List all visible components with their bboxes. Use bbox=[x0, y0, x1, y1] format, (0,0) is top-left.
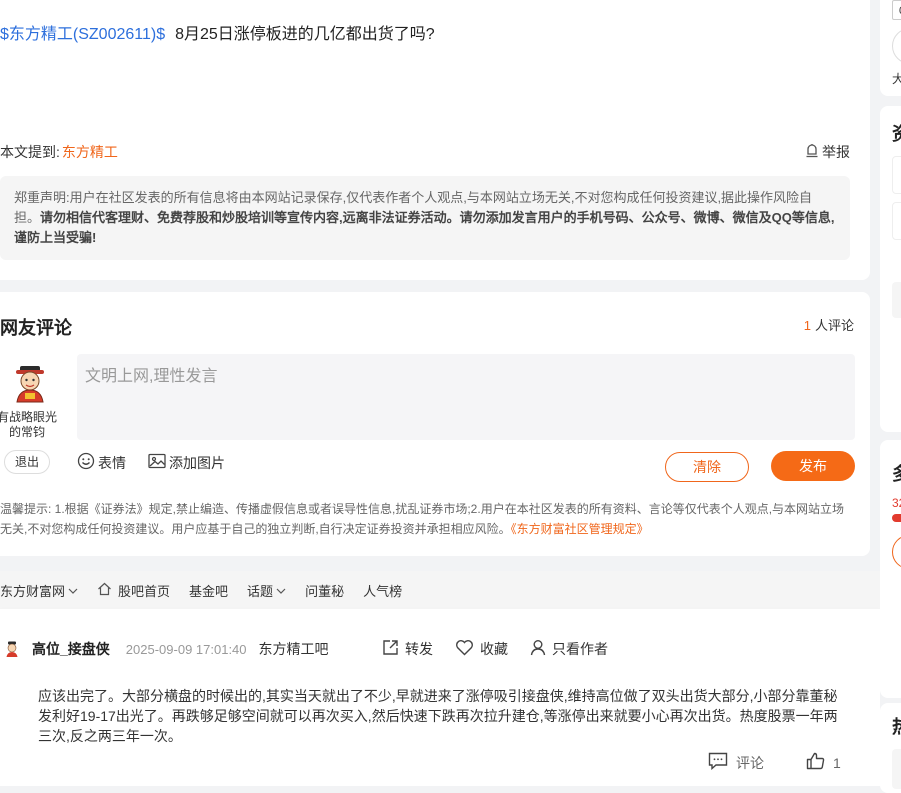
mention-row: 本文提到: 东方精工 bbox=[0, 142, 118, 162]
right-card-vote-title: 多 bbox=[892, 460, 901, 486]
post-button[interactable]: 发布 bbox=[771, 451, 855, 481]
tips-text: 温馨提示: 1.根据《证券法》规定,禁止编造、传播虚假信息或者误导性信息,扰乱证… bbox=[0, 499, 855, 539]
avatar[interactable] bbox=[10, 364, 50, 404]
report-icon bbox=[805, 143, 819, 161]
comments-card: 网友评论 1 人评论 有战略眼光 的常钧 退出 文明上网,理性发言 表情 添加图… bbox=[0, 292, 870, 556]
thumbs-up-icon bbox=[806, 752, 825, 773]
reply-avatar[interactable] bbox=[4, 641, 20, 657]
heart-icon bbox=[455, 639, 474, 659]
right-card-text: 大 bbox=[892, 72, 901, 86]
nav-topics[interactable]: 话题 bbox=[247, 581, 286, 600]
right-card-capital: 资 bbox=[880, 106, 901, 432]
post-title-text: 8月25日涨停板进的几亿都出货了吗? bbox=[175, 26, 435, 43]
right-card-box-3 bbox=[892, 282, 901, 318]
comment-input[interactable] bbox=[77, 354, 855, 440]
right-card-vote-percent: 32 bbox=[892, 496, 901, 510]
reply-text: 应该出完了。大部分横盘的时候出的,其实当天就出了不少,早就进来了涨停吸引接盘侠,… bbox=[38, 688, 838, 744]
mention-stock-link[interactable]: 东方精工 bbox=[62, 144, 118, 160]
user-name-line1: 有战略眼光 bbox=[0, 410, 57, 424]
right-card-badge[interactable]: 0 bbox=[892, 0, 901, 20]
right-card-capital-title: 资 bbox=[892, 120, 901, 146]
comments-count-number: 1 bbox=[803, 318, 811, 333]
reply-author-name[interactable]: 高位_接盘侠 bbox=[32, 639, 110, 659]
nav-popularity-label: 人气榜 bbox=[363, 583, 403, 599]
nav-guba-home-label: 股吧首页 bbox=[118, 583, 171, 599]
emoji-icon bbox=[77, 452, 95, 473]
user-name-line2: 的常钧 bbox=[8, 425, 45, 439]
author-only-button[interactable]: 只看作者 bbox=[530, 639, 608, 659]
comment-icon bbox=[708, 752, 728, 773]
image-icon bbox=[148, 453, 166, 472]
nav-fund-bar[interactable]: 基金吧 bbox=[189, 581, 228, 600]
right-card-circle-button[interactable] bbox=[892, 28, 901, 64]
nav-guba-home[interactable]: 股吧首页 bbox=[97, 581, 170, 600]
like-button[interactable]: 1 bbox=[806, 752, 841, 773]
nav-eastmoney-label: 东方财富网 bbox=[0, 583, 66, 599]
reply-header: 高位_接盘侠 2025-09-09 17:01:40 东方精工吧 转发 收藏 只… bbox=[0, 609, 880, 687]
current-user: 有战略眼光 的常钧 退出 bbox=[0, 364, 58, 474]
logout-button[interactable]: 退出 bbox=[4, 450, 50, 474]
right-card-top: 0 大 bbox=[880, 0, 901, 96]
right-card-vote: 多 32 bbox=[880, 440, 901, 698]
share-icon bbox=[382, 639, 399, 659]
forward-label: 转发 bbox=[405, 641, 433, 657]
sticky-nav-bar: 东方财富网 股吧首页 基金吧 话题 问董秘 人气榜 bbox=[0, 571, 880, 609]
collect-label: 收藏 bbox=[480, 641, 508, 657]
author-only-label: 只看作者 bbox=[552, 641, 608, 657]
nav-popularity[interactable]: 人气榜 bbox=[363, 581, 402, 600]
right-card-hot: 热 bbox=[880, 703, 901, 793]
comments-title: 网友评论 bbox=[0, 318, 72, 338]
right-card-vote-bar bbox=[892, 514, 901, 522]
community-rules-link[interactable]: 《东方财富社区管理规定》 bbox=[511, 522, 649, 536]
post-title: $东方精工(SZ002611)$ 8月25日涨停板进的几亿都出货了吗? bbox=[0, 20, 435, 44]
mention-label: 本文提到: bbox=[0, 144, 60, 160]
home-icon bbox=[97, 582, 112, 599]
right-card-box-2 bbox=[892, 202, 901, 240]
user-icon bbox=[530, 639, 546, 659]
right-card-hot-title: 热 bbox=[892, 713, 901, 739]
emoji-button[interactable]: 表情 bbox=[77, 452, 126, 473]
stock-tag-link[interactable]: $东方精工(SZ002611)$ bbox=[0, 26, 165, 43]
disclaimer-warning: 请勿相信代客理财、免费荐股和炒股培训等宣传内容,远离非法证券活动。请勿添加发言用… bbox=[14, 210, 835, 245]
nav-topics-label: 话题 bbox=[247, 583, 274, 599]
chevron-down-icon bbox=[276, 583, 286, 598]
comments-count-suffix: 人评论 bbox=[814, 318, 854, 333]
reply-comment-label: 评论 bbox=[736, 754, 764, 771]
article-card: $东方精工(SZ002611)$ 8月25日涨停板进的几亿都出货了吗? 本文提到:… bbox=[0, 0, 870, 280]
reply-comment-button[interactable]: 评论 bbox=[708, 752, 764, 773]
image-label: 添加图片 bbox=[169, 454, 225, 471]
reply-bar-link[interactable]: 东方精工吧 bbox=[259, 639, 329, 659]
reply-body: 应该出完了。大部分横盘的时候出的,其实当天就出了不少,早就进来了涨停吸引接盘侠,… bbox=[0, 687, 880, 786]
reply-actions-top: 转发 收藏 只看作者 bbox=[382, 639, 608, 659]
disclaimer-box: 郑重声明:用户在社区发表的所有信息将由本网站记录保存,仅代表作者个人观点,与本网… bbox=[0, 176, 850, 260]
user-name: 有战略眼光 的常钧 bbox=[0, 410, 58, 440]
nav-eastmoney[interactable]: 东方财富网 bbox=[0, 581, 78, 600]
reply-time: 2025-09-09 17:01:40 bbox=[125, 641, 247, 657]
reply-actions-bottom: 评论 1 bbox=[708, 752, 841, 773]
tips-body: 温馨提示: 1.根据《证券法》规定,禁止编造、传播虚假信息或者误导性信息,扰乱证… bbox=[0, 502, 845, 536]
right-card-hot-box bbox=[892, 749, 901, 789]
clear-button[interactable]: 清除 bbox=[665, 452, 749, 482]
right-card-box-1 bbox=[892, 156, 901, 194]
report-button[interactable]: 举报 bbox=[805, 142, 850, 162]
like-count: 1 bbox=[833, 754, 841, 771]
emoji-label: 表情 bbox=[98, 454, 126, 471]
nav-fund-bar-label: 基金吧 bbox=[189, 583, 229, 599]
reply-author-row: 高位_接盘侠 2025-09-09 17:01:40 东方精工吧 bbox=[4, 639, 329, 659]
chevron-down-icon bbox=[68, 583, 78, 598]
collect-button[interactable]: 收藏 bbox=[455, 639, 508, 659]
nav-ask-secretary-label: 问董秘 bbox=[305, 583, 345, 599]
add-image-button[interactable]: 添加图片 bbox=[148, 452, 225, 473]
right-card-vote-button[interactable] bbox=[892, 535, 901, 569]
report-label: 举报 bbox=[822, 144, 850, 160]
comments-count: 1 人评论 bbox=[804, 315, 854, 334]
comment-tools: 表情 添加图片 bbox=[77, 452, 225, 473]
forward-button[interactable]: 转发 bbox=[382, 639, 433, 659]
nav-ask-secretary[interactable]: 问董秘 bbox=[305, 581, 344, 600]
